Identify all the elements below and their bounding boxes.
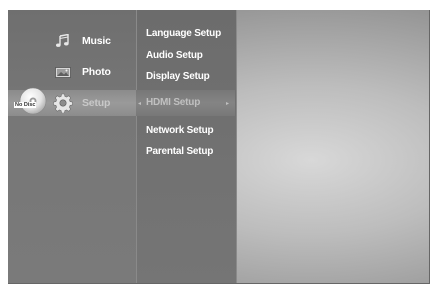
main-menu-label-setup: Setup bbox=[82, 97, 111, 109]
submenu-item-network-setup[interactable]: Network Setup bbox=[146, 125, 214, 136]
gear-icon bbox=[52, 93, 74, 113]
submenu-item-audio-setup[interactable]: Audio Setup bbox=[146, 50, 203, 61]
right-arrow-icon: ▸ bbox=[226, 101, 230, 107]
submenu-item-hdmi-setup[interactable]: HDMI Setup bbox=[146, 97, 200, 108]
music-note-icon bbox=[52, 32, 74, 50]
main-menu-label-music: Music bbox=[82, 35, 111, 47]
disc-status-label: No Disc bbox=[14, 102, 37, 108]
main-menu-item-photo[interactable]: Photo bbox=[52, 62, 111, 82]
submenu-item-language-setup[interactable]: Language Setup bbox=[146, 28, 221, 39]
photo-icon bbox=[52, 63, 74, 81]
main-menu-label-photo: Photo bbox=[82, 66, 111, 78]
main-menu-item-setup[interactable]: Setup bbox=[52, 93, 110, 113]
left-arrow-icon: ◂ bbox=[138, 101, 142, 107]
main-menu-item-music[interactable]: Music bbox=[52, 31, 111, 51]
disc-icon bbox=[19, 87, 47, 115]
submenu-item-display-setup[interactable]: Display Setup bbox=[146, 71, 210, 82]
submenu-item-parental-setup[interactable]: Parental Setup bbox=[146, 146, 213, 157]
osd-screen: No Disc Music Photo Setup Language Setup… bbox=[8, 10, 430, 284]
